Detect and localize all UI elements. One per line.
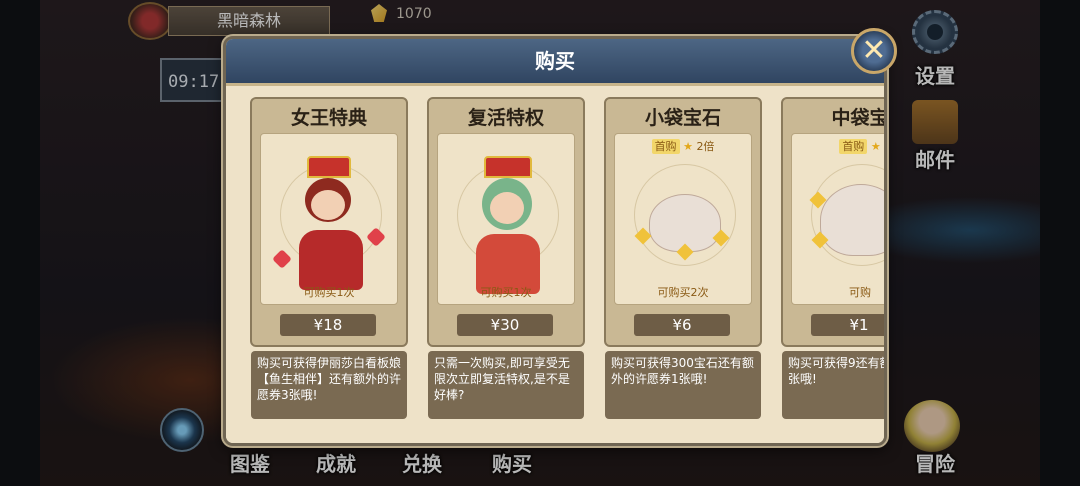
product-title: 中袋宝 [831, 107, 887, 129]
queen-character-image: 可购买1次 [260, 133, 398, 305]
price-button[interactable]: ¥30 [457, 314, 553, 336]
right-letterbox [1040, 0, 1080, 486]
purchase-limit: 可购 [849, 286, 871, 299]
product-title: 小袋宝石 [644, 107, 721, 129]
modal-title: 购买 [226, 39, 884, 86]
price-button[interactable]: ¥6 [634, 314, 730, 336]
purchase-modal: 购买 女王特典 可购买1次 ¥18 购买可获得伊丽莎白看板娘【鱼生相伴】还有额外… [223, 36, 887, 446]
product-card-medium-gem-bag[interactable]: 中袋宝 首购 ★ 可购 ¥1 [781, 97, 887, 347]
price-button[interactable]: ¥18 [280, 314, 376, 336]
medium-gem-bag-image: 首购 ★ 可购 [791, 133, 884, 305]
product-card-queen-pack[interactable]: 女王特典 可购买1次 ¥18 [250, 97, 408, 347]
product-title: 女王特典 [290, 107, 367, 129]
product-description: 购买可获得300宝石还有额外的许愿券1张哦! [605, 351, 761, 419]
product-card-revive-privilege[interactable]: 复活特权 可购买1次 ¥30 [427, 97, 585, 347]
purchase-limit: 可购买1次 [303, 286, 355, 299]
first-purchase-badge: 首购 ★ [792, 138, 884, 154]
small-gem-bag-image: 首购 ★ 2倍 可购买2次 [614, 133, 752, 305]
price-button[interactable]: ¥1 [811, 314, 884, 336]
product-title: 复活特权 [467, 107, 544, 129]
purchase-limit: 可购买1次 [480, 286, 532, 299]
double-star-icon: ★ [870, 140, 881, 153]
double-star-icon: ★ [683, 140, 693, 153]
first-purchase-badge: 首购 ★ 2倍 [615, 138, 751, 154]
product-description: 购买可获得伊丽莎白看板娘【鱼生相伴】还有额外的许愿券3张哦! [251, 351, 407, 419]
product-description: 购买可获得9还有额外的许张哦! [782, 351, 884, 419]
green-hair-character-image: 可购买1次 [437, 133, 575, 305]
left-letterbox [0, 0, 40, 486]
product-card-small-gem-bag[interactable]: 小袋宝石 首购 ★ 2倍 可购买2次 ¥6 [604, 97, 762, 347]
purchase-limit: 可购买2次 [657, 286, 709, 299]
close-icon[interactable]: ✕ [851, 28, 897, 74]
product-description: 只需一次购买,即可享受无限次立即复活特权,是不是好棒? [428, 351, 584, 419]
